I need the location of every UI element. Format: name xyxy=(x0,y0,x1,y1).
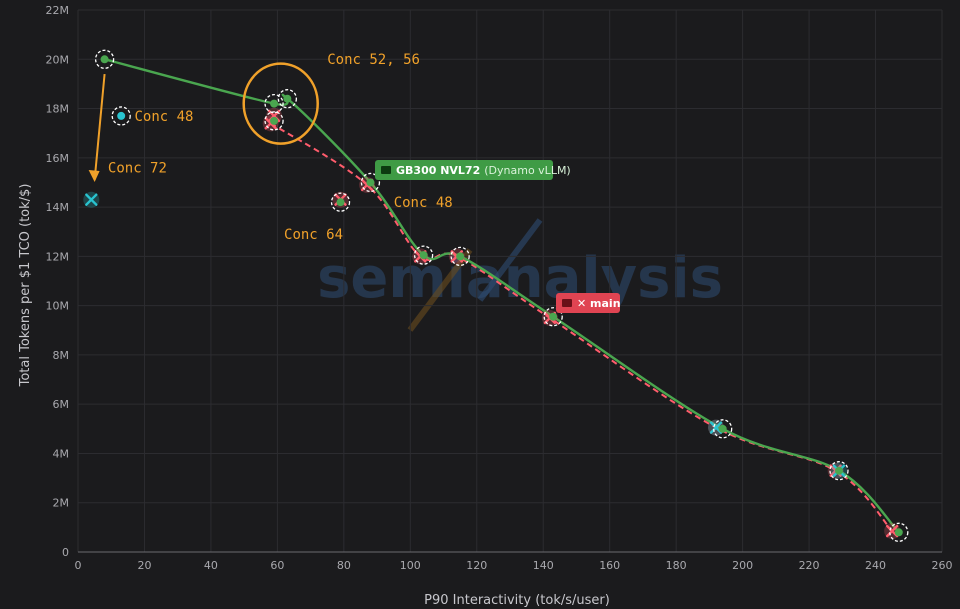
x-axis-label: P90 Interactivity (tok/s/user) xyxy=(424,593,610,608)
y-tick-label: 12M xyxy=(46,250,70,263)
tco-interactivity-chart: semianalysis 0 20 40 60 80 100 120 140 160 180 200… xyxy=(18,4,953,608)
outlier-point xyxy=(111,106,131,126)
x-tick-label: 80 xyxy=(337,559,351,572)
y-axis-ticks: 0 2M 4M 6M 8M 10M 12M 14M 16M 18M 20M 22M xyxy=(46,4,70,559)
y-axis-label: Total Tokens per $1 TCO (tok/$) xyxy=(18,184,33,388)
x-tick-label: 180 xyxy=(666,559,687,572)
x-tick-label: 120 xyxy=(466,559,487,572)
annotation-label: Conc 48 xyxy=(134,109,193,125)
x-tick-label: 240 xyxy=(865,559,886,572)
y-tick-label: 6M xyxy=(53,398,70,411)
x-axis-ticks: 0 20 40 60 80 100 120 140 160 180 200 220 240 260 xyxy=(75,559,953,572)
y-tick-label: 14M xyxy=(46,201,70,214)
x-tick-label: 20 xyxy=(137,559,151,572)
x-tick-label: 260 xyxy=(932,559,953,572)
watermark-text: semianalysis xyxy=(317,246,723,311)
y-tick-label: 10M xyxy=(46,300,70,313)
x-tick-label: 40 xyxy=(204,559,218,572)
annotation-arrow xyxy=(93,73,106,181)
y-tick-label: 4M xyxy=(53,447,70,460)
x-tick-label: 160 xyxy=(599,559,620,572)
y-tick-label: 2M xyxy=(53,497,70,510)
series-tag-main: ✕ main xyxy=(556,293,621,313)
x-tick-label: 140 xyxy=(533,559,554,572)
annotation-label: Conc 72 xyxy=(108,161,167,177)
vendor-icon xyxy=(562,299,572,307)
watermark-layer: semianalysis xyxy=(317,218,723,332)
annotation-layer: Conc 52, 56 Conc 48 Conc 72 Conc 48 Conc 64 xyxy=(88,52,453,243)
series-tag-label: ✕ main xyxy=(577,297,621,310)
vendor-icon xyxy=(381,166,391,174)
annotation-label: Conc 64 xyxy=(284,227,343,243)
x-tick-label: 100 xyxy=(400,559,421,572)
y-tick-label: 18M xyxy=(46,103,70,116)
series-tag-gb300: GB300 NVL72 (Dynamo vLLM) xyxy=(375,160,571,180)
outlier-point xyxy=(83,191,100,208)
y-tick-label: 16M xyxy=(46,152,70,165)
y-tick-label: 22M xyxy=(46,4,70,17)
x-tick-label: 0 xyxy=(75,559,82,572)
y-tick-label: 0 xyxy=(62,546,69,559)
y-tick-label: 20M xyxy=(46,53,70,66)
series-tag-sub: (Dynamo vLLM) xyxy=(484,164,570,177)
x-tick-label: 220 xyxy=(799,559,820,572)
annotation-label: Conc 48 xyxy=(394,195,453,211)
x-tick-label: 60 xyxy=(270,559,284,572)
annotation-label: Conc 52, 56 xyxy=(327,52,420,68)
y-tick-label: 8M xyxy=(53,349,70,362)
annotation-arrow-head xyxy=(88,169,100,182)
x-tick-label: 200 xyxy=(732,559,753,572)
series-tag-label: GB300 NVL72 (Dynamo vLLM) xyxy=(396,164,571,177)
